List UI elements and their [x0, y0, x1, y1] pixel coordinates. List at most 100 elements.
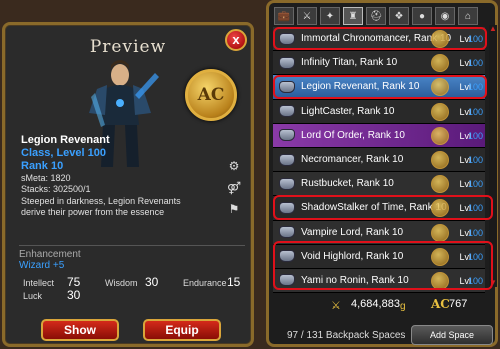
gender-icon[interactable]: ⚤	[223, 179, 245, 197]
endurance-value: 15	[227, 275, 241, 289]
armor-icon	[279, 177, 295, 190]
item-icon[interactable]: ◉	[435, 7, 455, 25]
wisdom-label: Wisdom	[105, 278, 138, 288]
inventory-row[interactable]: Infinity Titan, Rank 10 Lvl 100	[273, 51, 485, 76]
inventory-item-name: Yami no Ronin, Rank 10	[301, 274, 409, 286]
ac-coin-icon	[431, 78, 449, 97]
show-button[interactable]: Show	[41, 319, 119, 341]
armor-icon	[279, 250, 295, 263]
ac-coin-icon	[431, 126, 449, 145]
inventory-row[interactable]: Immortal Chronomancer, Rank 10 Lvl 100	[273, 27, 485, 52]
enhancement-section: Enhancement Wizard +5 Intellect 75 Wisdo…	[19, 245, 245, 305]
sword-icon[interactable]: ⚔	[297, 7, 317, 25]
inventory-item-level: 100	[467, 58, 483, 69]
luck-value: 30	[67, 288, 81, 302]
add-space-button[interactable]: Add Space	[411, 325, 493, 345]
item-stacks: Stacks: 302500/1	[21, 184, 91, 194]
ac-coin-icon	[431, 199, 449, 218]
gold-icon: ⚔	[331, 300, 341, 312]
inventory-row[interactable]: LightCaster, Rank 10 Lvl 100	[273, 99, 485, 124]
close-button[interactable]: x	[225, 29, 247, 51]
armor-icon	[279, 56, 295, 69]
ac-icon: AC	[431, 297, 450, 311]
inventory-item-level: 100	[467, 34, 483, 44]
item-info: Legion Revenant Class, Level 100 Rank 10…	[21, 134, 221, 218]
inventory-row[interactable]: ShadowStalker of Time, Rank 10 Lvl 100	[273, 196, 485, 221]
armor-icon[interactable]: ♜	[343, 7, 363, 25]
inventory-item-name: Rustbucket, Rank 10	[301, 178, 394, 190]
armor-icon	[279, 129, 295, 142]
gold-unit: g	[400, 301, 406, 312]
item-description: Steeped in darkness, Legion Revenants de…	[21, 196, 181, 217]
inventory-item-name: LightCaster, Rank 10	[301, 105, 395, 117]
armor-icon	[279, 32, 295, 45]
inventory-row[interactable]: Legion Revenant, Rank 10 Lvl 100	[273, 75, 485, 100]
ac-coin-label: AC	[197, 85, 225, 105]
ac-coin-icon	[431, 271, 449, 290]
item-smeta: sMeta: 1820	[21, 173, 71, 183]
preview-title: Preview	[89, 37, 167, 57]
wand-icon[interactable]: ✦	[320, 7, 340, 25]
inventory-panel: 💼 ⚔ ✦ ♜ ⛑ ❖ ● ◉ ⌂ Immortal Chronomancer,…	[266, 0, 498, 347]
wisdom-value: 30	[145, 275, 159, 289]
ac-coin-icon: AC	[185, 69, 237, 121]
inventory-item-name: Immortal Chronomancer, Rank 10	[301, 33, 452, 45]
gold-amount: 4,684,883	[351, 298, 400, 310]
helm-icon[interactable]: ⛑	[366, 7, 386, 25]
item-rank: Rank 10	[21, 160, 64, 172]
inventory-row[interactable]: Rustbucket, Rank 10 Lvl 100	[273, 172, 485, 197]
equip-button[interactable]: Equip	[143, 319, 221, 341]
inventory-item-level: 100	[467, 154, 483, 165]
inventory-list: Immortal Chronomancer, Rank 10 Lvl 100 Infi…	[273, 27, 485, 294]
inventory-item-level: 100	[467, 251, 483, 262]
inventory-item-level: 100	[467, 179, 483, 190]
inventory-item-name: Legion Revenant, Rank 10	[301, 81, 420, 93]
inventory-item-name: Necromancer, Rank 10	[301, 154, 404, 166]
item-name: Legion Revenant	[21, 134, 110, 146]
inventory-item-name: ShadowStalker of Time, Rank 10	[301, 202, 447, 214]
cape-icon[interactable]: ❖	[389, 7, 409, 25]
inventory-item-level: 100	[467, 106, 483, 117]
inventory-item-name: Lord Of Order, Rank 10	[301, 129, 405, 141]
inventory-item-level: 100	[467, 203, 483, 214]
ac-coin-icon	[431, 175, 449, 194]
inventory-row[interactable]: Necromancer, Rank 10 Lvl 100	[273, 147, 485, 173]
enhancement-title: Enhancement	[19, 249, 81, 260]
armor-icon	[279, 226, 295, 239]
ac-coin-icon	[431, 102, 449, 121]
inventory-tabs: 💼 ⚔ ✦ ♜ ⛑ ❖ ● ◉ ⌂	[274, 7, 478, 25]
item-class: Class, Level 100	[21, 147, 107, 159]
ac-coin-icon	[431, 247, 449, 266]
armor-icon	[279, 80, 295, 93]
inventory-row[interactable]: Yami no Ronin, Rank 10 Lvl 100	[273, 268, 485, 294]
scroll-down-icon[interactable]: ▼	[489, 279, 497, 287]
bag-icon[interactable]: 💼	[274, 7, 294, 25]
intellect-label: Intellect	[23, 278, 55, 288]
ac-coin-icon	[431, 30, 449, 48]
equip-slot-icon[interactable]: ⚑	[223, 200, 245, 218]
ac-coin-icon	[431, 223, 449, 242]
inventory-row[interactable]: Void Highlord, Rank 10 Lvl 100	[273, 244, 485, 269]
house-icon[interactable]: ⌂	[458, 7, 478, 25]
inventory-scrollbar[interactable]: ▲ ▼	[489, 25, 497, 287]
ac-amount: 767	[449, 298, 468, 310]
luck-label: Luck	[23, 291, 43, 301]
inventory-item-level: 100	[467, 82, 483, 93]
preview-panel: Preview x AC Legion Revenant Class, Leve…	[2, 22, 254, 347]
rank-icon[interactable]: ⚙	[223, 157, 245, 175]
ac-coin-icon	[431, 54, 449, 73]
enhancement-value: Wizard +5	[19, 260, 65, 271]
inventory-item-level: 100	[467, 130, 483, 141]
inventory-row[interactable]: Lord Of Order, Rank 10 Lvl 100	[273, 123, 485, 148]
inventory-row[interactable]: Vampire Lord, Rank 10 Lvl 100	[273, 220, 485, 245]
armor-icon	[279, 153, 295, 166]
ac-coin-icon	[431, 150, 449, 169]
pet-icon[interactable]: ●	[412, 7, 432, 25]
backpack-spaces: 97 / 131 Backpack Spaces	[287, 330, 406, 341]
armor-icon	[279, 201, 295, 214]
armor-icon	[279, 105, 295, 118]
inventory-item-level: 100	[467, 227, 483, 238]
inventory-item-level: 100	[467, 275, 483, 286]
scroll-up-icon[interactable]: ▲	[489, 25, 497, 33]
intellect-value: 75	[67, 275, 81, 289]
